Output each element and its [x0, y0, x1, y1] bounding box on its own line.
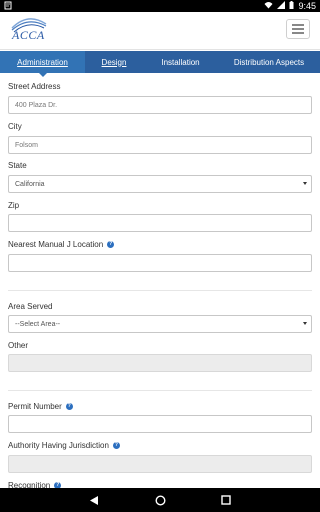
back-icon[interactable]: [88, 494, 100, 506]
section-divider: [8, 290, 312, 291]
area-served-select[interactable]: --Select Area--: [8, 315, 312, 333]
chevron-down-icon: [303, 182, 307, 185]
battery-icon: [289, 1, 294, 11]
manual-j-input[interactable]: [8, 254, 312, 272]
help-icon[interactable]: ?: [112, 442, 120, 449]
permit-number-label: Permit Number ?: [8, 402, 73, 411]
manual-j-label: Nearest Manual J Location ?: [8, 240, 115, 249]
section-divider: [8, 390, 312, 391]
system-nav-bar: [0, 488, 320, 512]
chevron-down-icon: [303, 322, 307, 325]
recents-icon[interactable]: [220, 494, 232, 506]
clock-time: 9:45: [298, 1, 316, 11]
state-label: State: [8, 161, 27, 170]
street-address-input[interactable]: 400 Plaza Dr.: [8, 96, 312, 114]
area-served-label: Area Served: [8, 302, 53, 311]
acca-logo[interactable]: ACCA: [8, 14, 48, 46]
section-tabs: Administration Design Installation Distr…: [0, 51, 320, 77]
signal-icon: [277, 1, 286, 11]
tab-administration[interactable]: Administration: [0, 51, 85, 77]
other-label: Other: [8, 341, 29, 350]
home-icon[interactable]: [154, 494, 166, 506]
authority-label: Authority Having Jurisdiction ?: [8, 441, 120, 450]
street-address-label: Street Address: [8, 82, 61, 91]
other-input: [8, 354, 312, 372]
app-header: ACCA: [0, 12, 320, 50]
help-icon[interactable]: ?: [65, 403, 73, 410]
zip-input[interactable]: [8, 214, 312, 232]
logo-text: ACCA: [12, 28, 45, 42]
city-label: City: [8, 122, 22, 131]
permit-number-input[interactable]: [8, 415, 312, 433]
city-input[interactable]: Folsom: [8, 136, 312, 154]
state-select[interactable]: California: [8, 175, 312, 193]
help-icon[interactable]: ?: [107, 241, 115, 248]
hamburger-icon: [292, 24, 304, 26]
tab-design[interactable]: Design: [85, 51, 143, 73]
tab-distribution-aspects[interactable]: Distribution Aspects: [218, 51, 320, 73]
notification-icon: [4, 1, 12, 12]
wifi-icon: [264, 1, 273, 11]
menu-button[interactable]: [286, 19, 310, 39]
status-bar: 9:45: [0, 0, 320, 12]
authority-input: [8, 455, 312, 473]
zip-label: Zip: [8, 201, 20, 210]
tab-installation[interactable]: Installation: [143, 51, 218, 73]
